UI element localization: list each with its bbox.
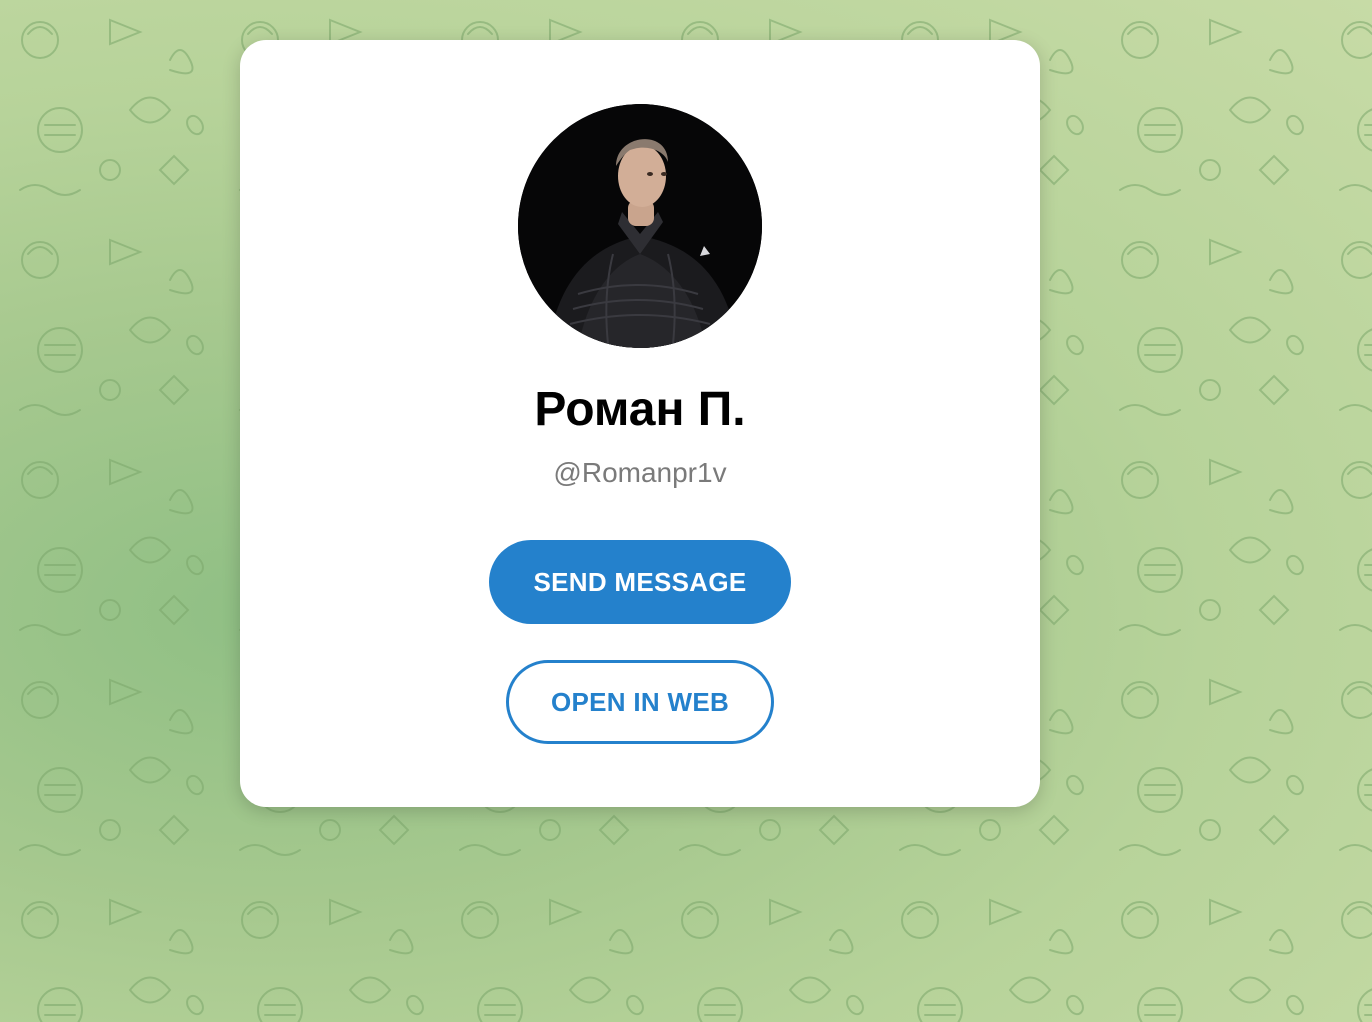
profile-avatar (518, 104, 762, 348)
profile-username: @Romanpr1v (553, 457, 727, 488)
open-in-web-button[interactable]: OPEN IN WEB (506, 660, 774, 744)
profile-name: Роман П. (534, 383, 746, 436)
profile-photo-icon (518, 104, 762, 348)
profile-card: Роман П. @Romanpr1v SEND MESSAGE OPEN IN… (240, 40, 1040, 807)
send-message-button[interactable]: SEND MESSAGE (489, 540, 791, 624)
